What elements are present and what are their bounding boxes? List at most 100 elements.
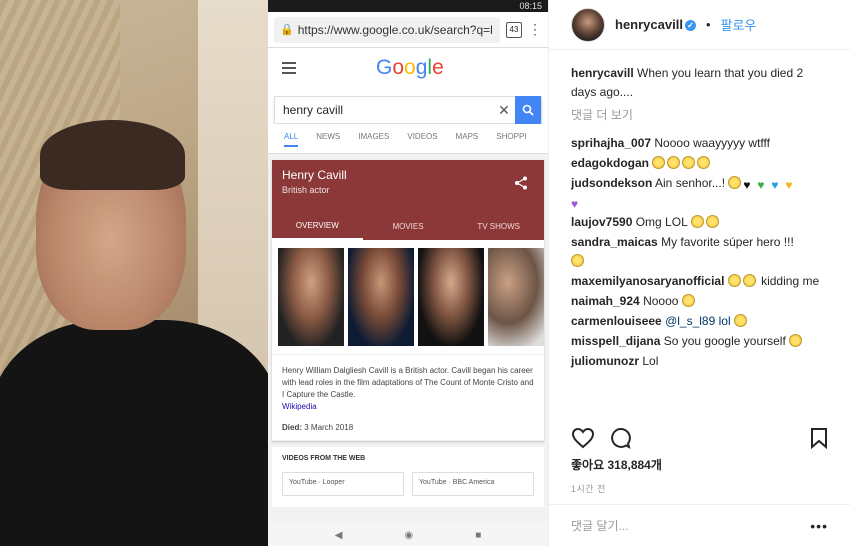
- search-icon: [522, 104, 534, 116]
- more-options-icon[interactable]: •••: [810, 518, 828, 534]
- google-logo: Google: [376, 56, 444, 79]
- verified-badge-icon: ✓: [684, 20, 696, 31]
- post-timestamp[interactable]: 1시간 전: [571, 482, 606, 495]
- status-bar: 08:15: [268, 0, 548, 12]
- tab-overview[interactable]: OVERVIEW: [272, 213, 363, 240]
- comments-list: henrycavill When you learn that you died…: [549, 50, 850, 416]
- instagram-post-panel: henrycavill ✓ • 팔로우 henrycavill When you …: [548, 0, 850, 546]
- tab-tv-shows[interactable]: TV SHOWS: [453, 214, 544, 239]
- comment-username[interactable]: edagokdogan: [571, 156, 649, 170]
- comment-text: @l_s_l89 lol: [665, 314, 731, 328]
- more-vert-icon[interactable]: ⋮: [528, 21, 542, 38]
- comment: misspell_dijana So you google yourself: [571, 332, 828, 351]
- tab-news[interactable]: NEWS: [316, 132, 340, 147]
- back-icon[interactable]: ◀: [335, 530, 343, 541]
- recents-icon[interactable]: ■: [475, 530, 481, 541]
- separator-dot: •: [705, 17, 711, 32]
- heart-icon[interactable]: [571, 427, 595, 449]
- yellow-heart-icon: ♥: [785, 178, 793, 192]
- tab-shopping[interactable]: SHOPPI: [496, 132, 526, 147]
- comment-text: Noooo waayyyyy wtfff: [654, 136, 771, 150]
- knowledge-panel-subtitle: British actor: [282, 185, 330, 195]
- url-text: https://www.google.co.uk/search?q=l: [297, 22, 493, 37]
- likes-count[interactable]: 좋아요 318,884개: [571, 456, 662, 473]
- tab-count-icon[interactable]: 43: [506, 21, 522, 38]
- image-thumbnail[interactable]: [418, 248, 484, 346]
- comment-username[interactable]: sandra_maicas: [571, 235, 658, 249]
- comment: carmenlouiseee @l_s_l89 lol: [571, 312, 828, 331]
- laughing-emoji-icon: [697, 156, 711, 169]
- smile-emoji-icon: [571, 254, 584, 267]
- comment-username[interactable]: sprihajha_007: [571, 136, 651, 150]
- comment: sandra_maicas My favorite súper hero !!!: [571, 233, 828, 271]
- search-button[interactable]: [515, 96, 541, 124]
- green-heart-icon: ♥: [757, 178, 765, 192]
- video-card[interactable]: YouTube · BBC America: [412, 472, 534, 496]
- heart-eyes-emoji-icon: [728, 176, 742, 189]
- follow-button[interactable]: 팔로우: [721, 15, 757, 34]
- clear-icon[interactable]: ✕: [493, 102, 515, 119]
- add-comment-bar: 댓글 달기... •••: [549, 504, 850, 546]
- died-row: Died: 3 March 2018: [272, 417, 544, 441]
- video-cards: YouTube · Looper YouTube · BBC America: [282, 472, 534, 496]
- comment-username[interactable]: laujov7590: [571, 215, 632, 229]
- comment-username[interactable]: judsondekson: [571, 176, 652, 190]
- tab-all[interactable]: ALL: [284, 132, 299, 147]
- comment: naimah_924 Noooo: [571, 292, 828, 311]
- tab-maps[interactable]: MAPS: [456, 132, 479, 147]
- purple-heart-icon: ♥: [571, 197, 579, 211]
- grimace-emoji-icon: [681, 294, 695, 307]
- thinking-emoji-icon: [789, 334, 803, 347]
- image-thumbnail[interactable]: [488, 248, 544, 346]
- comment: juliomunozr Lol: [571, 352, 828, 371]
- knowledge-panel-title: Henry Cavill: [282, 168, 347, 182]
- search-query[interactable]: henry cavill: [275, 103, 493, 117]
- comment: judsondekson Ain senhor...! ♥ ♥ ♥ ♥ ♥: [571, 174, 828, 212]
- wikipedia-link[interactable]: Wikipedia: [282, 402, 317, 411]
- search-box[interactable]: henry cavill ✕: [274, 96, 542, 124]
- comment: maxemilyanosaryanofficial kidding me: [571, 272, 828, 291]
- laughing-emoji-icon: [733, 314, 747, 327]
- video-card[interactable]: YouTube · Looper: [282, 472, 404, 496]
- laughing-emoji-icon: [682, 156, 696, 169]
- tab-videos[interactable]: VIDEOS: [407, 132, 437, 147]
- comment-text: Omg LOL: [635, 215, 688, 229]
- status-time: 08:15: [519, 1, 542, 11]
- home-icon[interactable]: ◉: [404, 530, 413, 541]
- comment-username[interactable]: juliomunozr: [571, 354, 639, 368]
- description-text: Henry William Dalgliesh Cavill is a Brit…: [282, 366, 534, 399]
- share-icon[interactable]: [514, 176, 528, 190]
- comment-username[interactable]: carmenlouiseee: [571, 314, 662, 328]
- comment-username[interactable]: maxemilyanosaryanofficial: [571, 274, 724, 288]
- search-row: henry cavill ✕: [268, 92, 548, 124]
- image-thumbnail[interactable]: [278, 248, 344, 346]
- caption-username[interactable]: henrycavill: [571, 66, 634, 80]
- load-more-comments[interactable]: 댓글 더 보기: [571, 106, 828, 125]
- bookmark-icon[interactable]: [810, 427, 828, 449]
- hamburger-menu-icon[interactable]: [282, 62, 296, 77]
- comment-text: kidding me: [761, 274, 820, 288]
- url-field[interactable]: 🔒 https://www.google.co.uk/search?q=l: [274, 16, 500, 43]
- post-actions: [571, 424, 828, 452]
- laughing-emoji-icon: [652, 156, 666, 169]
- laughing-emoji-icon: [667, 156, 681, 169]
- knowledge-panel-description: Henry William Dalgliesh Cavill is a Brit…: [272, 354, 544, 417]
- comment-username[interactable]: misspell_dijana: [571, 334, 660, 348]
- comment-username[interactable]: naimah_924: [571, 294, 640, 308]
- phone-screenshot: 08:15 🔒 https://www.google.co.uk/search?…: [268, 0, 548, 546]
- died-value: 3 March 2018: [304, 423, 354, 432]
- laughing-emoji-icon: [742, 274, 756, 287]
- avatar[interactable]: [571, 7, 605, 42]
- header-username[interactable]: henrycavill ✓: [615, 17, 696, 32]
- add-comment-input[interactable]: 댓글 달기...: [571, 517, 629, 534]
- comment-text: My favorite súper hero !!!: [661, 235, 794, 249]
- comment-text: Noooo: [643, 294, 679, 308]
- tab-images[interactable]: IMAGES: [358, 132, 389, 147]
- comment-icon[interactable]: [609, 427, 631, 449]
- comment: edagokdogan: [571, 154, 828, 173]
- search-tabs: ALL NEWS IMAGES VIDEOS MAPS SHOPPI: [268, 124, 548, 154]
- image-thumbnail[interactable]: [348, 248, 414, 346]
- rofl-emoji-icon: [690, 215, 704, 228]
- died-label: Died:: [282, 423, 302, 432]
- tab-movies[interactable]: MOVIES: [363, 214, 454, 239]
